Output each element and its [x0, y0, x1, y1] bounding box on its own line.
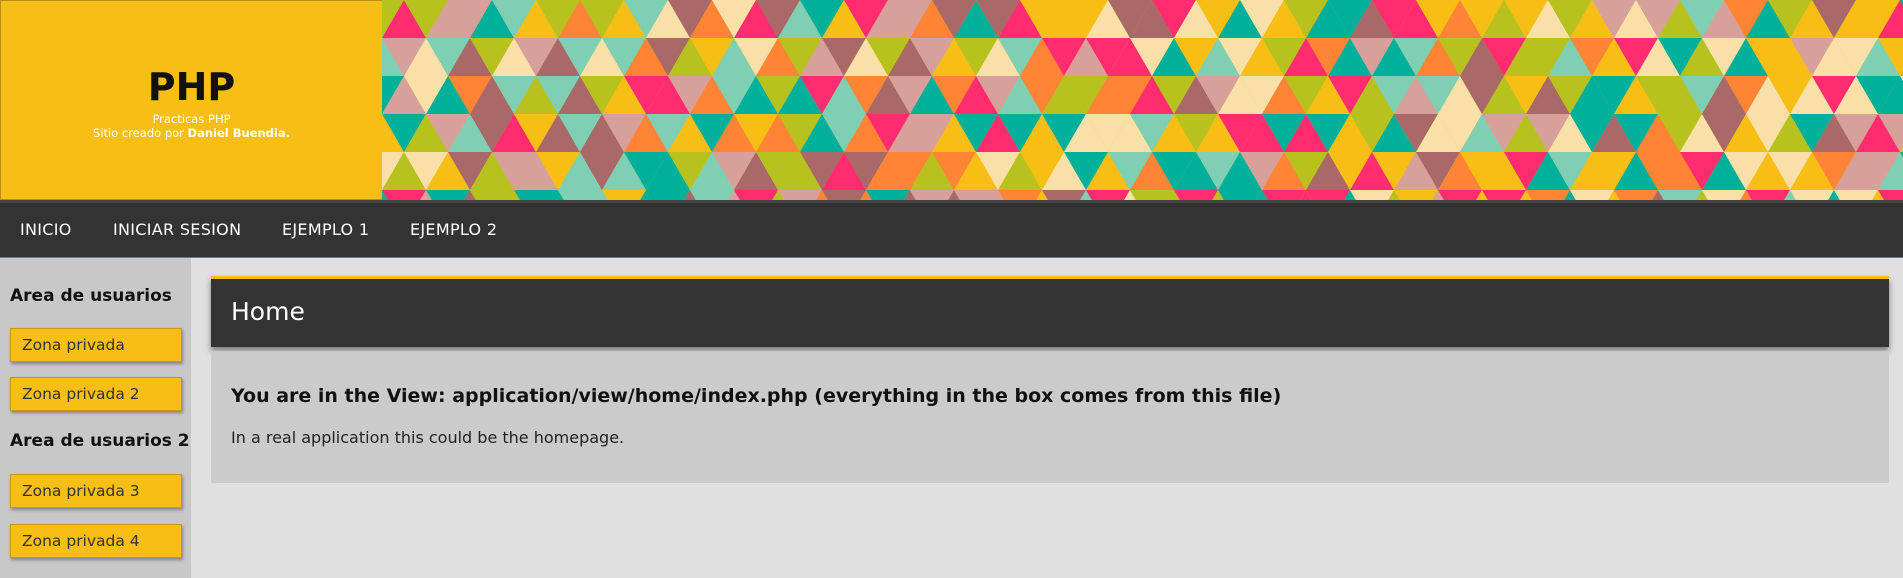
page-title-bar: Home [211, 276, 1889, 347]
header-pattern-banner [382, 0, 1903, 200]
sidebar: Area de usuarios Zona privada Zona priva… [0, 258, 191, 578]
content-text: In a real application this could be the … [231, 428, 625, 447]
content-box: You are in the View: application/view/ho… [211, 351, 1889, 483]
site-subtitle: Practicas PHP [152, 112, 231, 126]
sidebar-link-zona-privada[interactable]: Zona privada [10, 328, 182, 362]
brand-block: PHP Practicas PHP Sitio creado por Danie… [0, 0, 382, 200]
triangle-pattern [382, 0, 1903, 200]
site-subtitle-block: Practicas PHP Sitio creado por Daniel Bu… [1, 112, 382, 140]
site-header: PHP Practicas PHP Sitio creado por Danie… [0, 0, 1903, 200]
nav-item-ejemplo-1[interactable]: EJEMPLO 1 [282, 203, 369, 257]
site-credit: Sitio creado por Daniel Buendia. [1, 126, 382, 140]
sidebar-heading-usuarios-2: Area de usuarios 2 [10, 431, 190, 451]
sidebar-link-zona-privada-3[interactable]: Zona privada 3 [10, 474, 182, 508]
nav-item-ejemplo-2[interactable]: EJEMPLO 2 [410, 203, 497, 257]
credit-author: Daniel Buendia. [187, 126, 290, 140]
sidebar-link-zona-privada-4[interactable]: Zona privada 4 [10, 524, 182, 558]
main-nav: INICIO INICIAR SESION EJEMPLO 1 EJEMPLO … [0, 200, 1903, 258]
sidebar-heading-usuarios: Area de usuarios [10, 286, 172, 306]
credit-prefix: Sitio creado por [93, 126, 184, 140]
page-title: Home [231, 297, 305, 326]
content-heading: You are in the View: application/view/ho… [231, 385, 1282, 407]
nav-item-iniciar-sesion[interactable]: INICIAR SESION [113, 203, 241, 257]
site-title: PHP [147, 65, 236, 109]
sidebar-link-zona-privada-2[interactable]: Zona privada 2 [10, 377, 182, 411]
nav-item-inicio[interactable]: INICIO [20, 203, 72, 257]
